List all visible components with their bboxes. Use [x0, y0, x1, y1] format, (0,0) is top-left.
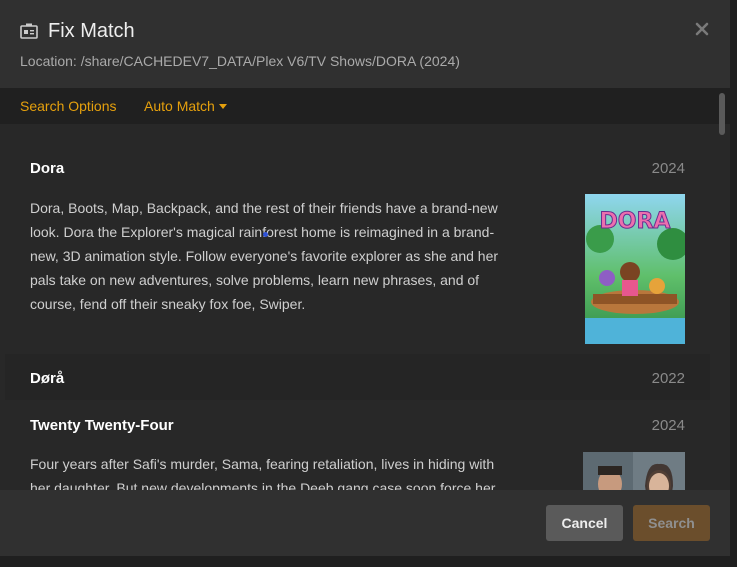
- result-poster: [583, 452, 685, 490]
- result-item[interactable]: Twenty Twenty-Four 2024 Four years after…: [5, 400, 710, 490]
- result-item[interactable]: Dørå 2022: [5, 354, 710, 400]
- result-title: Dørå: [30, 370, 65, 387]
- result-title: Twenty Twenty-Four: [30, 417, 174, 434]
- result-title: Dora: [30, 160, 65, 177]
- result-year: 2024: [651, 160, 685, 177]
- tab-auto-match[interactable]: Auto Match: [144, 98, 227, 114]
- result-summary: Four years after Safi's murder, Sama, fe…: [30, 456, 496, 490]
- fix-match-dialog: Fix Match Location: /share/CACHEDEV7_DAT…: [0, 0, 730, 556]
- scrollbar-thumb[interactable]: [719, 93, 725, 135]
- tab-search-options-label: Search Options: [20, 98, 117, 114]
- result-year: 2024: [651, 417, 685, 434]
- results-scrollbar[interactable]: [716, 90, 726, 490]
- dialog-footer: Cancel Search: [0, 490, 730, 556]
- close-icon[interactable]: [692, 19, 712, 39]
- tab-auto-match-label: Auto Match: [144, 98, 215, 114]
- caret-down-icon: [218, 104, 227, 109]
- result-year: 2022: [651, 370, 685, 387]
- result-summary: Dora, Boots, Map, Backpack, and the rest…: [30, 200, 499, 312]
- id-card-icon: [20, 23, 38, 39]
- tab-search-options[interactable]: Search Options: [20, 98, 117, 114]
- results-list: Dora 2024 Dora, Boots, Map, Backpack, an…: [0, 124, 730, 490]
- location-path: Location: /share/CACHEDEV7_DATA/Plex V6/…: [20, 53, 460, 69]
- mouse-cursor-icon: [263, 232, 268, 237]
- result-item[interactable]: Dora 2024 Dora, Boots, Map, Backpack, an…: [5, 138, 710, 358]
- result-poster: DORA: [585, 194, 685, 344]
- dialog-title: Fix Match: [48, 20, 135, 42]
- search-button[interactable]: Search: [633, 505, 710, 541]
- dialog-header: Fix Match Location: /share/CACHEDEV7_DAT…: [0, 0, 730, 88]
- svg-text:DORA: DORA: [600, 209, 671, 234]
- tab-bar: Search Options Auto Match: [0, 88, 730, 124]
- cancel-button[interactable]: Cancel: [546, 505, 623, 541]
